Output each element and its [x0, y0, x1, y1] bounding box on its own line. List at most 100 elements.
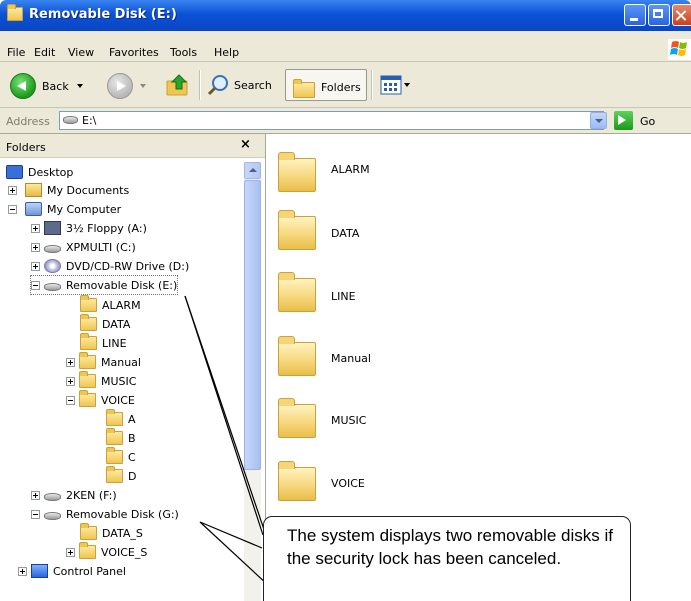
collapse-icon[interactable]: [31, 280, 40, 290]
menu-tools[interactable]: Tools: [170, 46, 197, 59]
callout-text: The system displays two removable disks …: [287, 526, 613, 568]
tree-item-a[interactable]: A: [106, 409, 136, 428]
folder-music-label[interactable]: MUSIC: [331, 414, 366, 427]
tree-label: Manual: [101, 355, 141, 369]
tree-item-d[interactable]: D: [106, 466, 136, 485]
menu-view[interactable]: View: [68, 46, 94, 59]
tree-item-data[interactable]: DATA: [80, 314, 130, 333]
scroll-up-button[interactable]: [244, 162, 261, 179]
folder-alarm-label[interactable]: ALARM: [331, 163, 370, 176]
expand-icon[interactable]: [66, 357, 75, 367]
folder-manual-label[interactable]: Manual: [331, 352, 371, 365]
tree-item-voice[interactable]: VOICE: [66, 390, 135, 409]
tree-item-alarm[interactable]: ALARM: [80, 295, 141, 314]
folder-icon: [106, 428, 123, 445]
up-folder-button[interactable]: [165, 72, 191, 98]
title-bar[interactable]: Removable Disk (E:): [0, 0, 691, 31]
my-computer-icon: [25, 202, 42, 216]
collapse-icon[interactable]: [66, 395, 75, 405]
expand-icon[interactable]: [18, 566, 27, 576]
drive-icon: [44, 245, 61, 253]
tree-label: VOICE: [101, 393, 135, 407]
folder-icon: [80, 314, 97, 331]
drive-icon: [44, 512, 61, 520]
search-button[interactable]: Search: [206, 73, 272, 97]
folder-pane: Folders × Desktop My Documents My Comput…: [0, 134, 266, 601]
menu-favorites[interactable]: Favorites: [109, 46, 159, 59]
back-button[interactable]: Back: [10, 73, 83, 99]
folder-pane-header: Folders ×: [0, 134, 265, 158]
scrollbar-thumb[interactable]: [244, 180, 261, 470]
folder-icon[interactable]: [278, 152, 316, 192]
tree-item-b[interactable]: B: [106, 428, 136, 447]
tree-item-desktop[interactable]: Desktop: [6, 163, 73, 181]
tree-label: C: [128, 450, 136, 464]
folder-icon[interactable]: [278, 336, 316, 376]
expand-icon[interactable]: [66, 376, 75, 386]
close-pane-icon[interactable]: ×: [240, 137, 251, 152]
maximize-button[interactable]: [648, 4, 670, 26]
expand-icon[interactable]: [8, 185, 17, 195]
folder-icon[interactable]: [278, 272, 316, 312]
expand-icon[interactable]: [66, 547, 75, 557]
menu-help[interactable]: Help: [214, 46, 239, 59]
tree-item-control-panel[interactable]: Control Panel: [18, 562, 126, 580]
address-label: Address: [6, 115, 50, 128]
drive-icon: [44, 493, 61, 501]
tree-item-drive-g[interactable]: Removable Disk (G:): [31, 505, 179, 523]
window-title: Removable Disk (E:): [29, 7, 177, 22]
tree-item-floppy[interactable]: 3½ Floppy (A:): [31, 219, 147, 237]
annotation-callout: The system displays two removable disks …: [263, 516, 631, 601]
tree-item-drive-d[interactable]: DVD/CD-RW Drive (D:): [31, 257, 189, 275]
collapse-icon[interactable]: [8, 204, 17, 214]
close-button[interactable]: [672, 4, 691, 26]
tree-item-manual[interactable]: Manual: [66, 352, 141, 371]
dvd-icon: [44, 259, 61, 273]
chevron-down-icon: [140, 84, 146, 88]
go-arrow-icon[interactable]: [614, 111, 633, 130]
tree-item-line[interactable]: LINE: [80, 333, 127, 352]
views-button[interactable]: [380, 75, 410, 95]
tree-item-data-s[interactable]: DATA_S: [80, 523, 143, 542]
tree-label: XPMULTI (C:): [66, 240, 136, 254]
expand-icon[interactable]: [31, 242, 40, 252]
menu-file[interactable]: File: [7, 46, 25, 59]
floppy-icon: [44, 221, 61, 235]
tree-item-drive-f[interactable]: 2KEN (F:): [31, 486, 117, 504]
collapse-icon[interactable]: [31, 509, 40, 519]
tree-label: 2KEN (F:): [66, 488, 117, 502]
folder-icon[interactable]: [278, 210, 316, 250]
folder-pane-scrollbar[interactable]: [244, 162, 261, 601]
tree-label: MUSIC: [101, 374, 137, 388]
folder-voice-label[interactable]: VOICE: [331, 477, 365, 490]
toolbar: Back Search Folders: [0, 62, 691, 108]
folder-icon[interactable]: [278, 461, 316, 501]
folders-button[interactable]: Folders: [285, 69, 367, 101]
tree-item-my-documents[interactable]: My Documents: [8, 181, 129, 199]
menu-bar: File Edit View Favorites Tools Help: [0, 31, 691, 62]
folder-icon[interactable]: [278, 398, 316, 438]
tree-label: Desktop: [28, 165, 74, 179]
minimize-button[interactable]: [624, 4, 646, 26]
folder-line-label[interactable]: LINE: [331, 290, 356, 303]
expand-icon[interactable]: [31, 261, 40, 271]
address-input[interactable]: E:\: [59, 111, 604, 130]
menu-edit[interactable]: Edit: [34, 46, 55, 59]
tree-item-my-computer[interactable]: My Computer: [8, 200, 121, 218]
tree-item-c[interactable]: C: [106, 447, 136, 466]
go-button[interactable]: Go: [640, 115, 655, 128]
expand-icon[interactable]: [31, 223, 40, 233]
tree-item-music[interactable]: MUSIC: [66, 371, 137, 390]
tree-label: Removable Disk (E:): [66, 278, 178, 292]
forward-arrow-icon: [107, 73, 133, 99]
folder-data-label[interactable]: DATA: [331, 227, 359, 240]
expand-icon[interactable]: [31, 490, 40, 500]
tree-item-drive-c[interactable]: XPMULTI (C:): [31, 238, 136, 256]
folder-icon: [106, 447, 123, 464]
address-dropdown-button[interactable]: [590, 112, 607, 129]
tree-item-drive-e[interactable]: Removable Disk (E:): [29, 275, 179, 295]
folders-icon: [293, 79, 315, 98]
tree-item-voice-s[interactable]: VOICE_S: [66, 542, 147, 561]
search-label: Search: [234, 78, 272, 92]
forward-button[interactable]: [107, 73, 146, 99]
